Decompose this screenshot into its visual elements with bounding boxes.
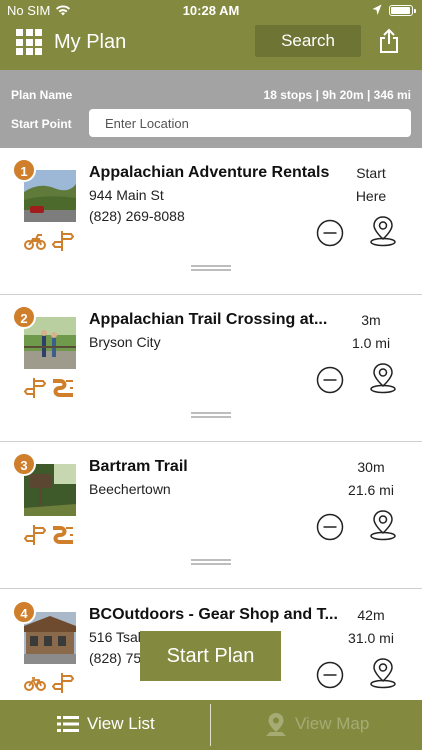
stop-distance: 21.6 mi <box>348 482 394 498</box>
stop-time: Start <box>356 165 386 181</box>
status-bar: No SIM 10:28 AM <box>0 0 422 22</box>
stop-number-badge: 1 <box>12 158 36 182</box>
stop-address: Bryson City <box>89 334 161 350</box>
grid-menu-icon[interactable] <box>16 29 42 55</box>
bicycle-icon <box>24 672 46 694</box>
view-map-tab[interactable]: View Map <box>212 700 422 750</box>
signpost-icon <box>23 524 47 546</box>
map-pin-icon[interactable] <box>369 362 397 394</box>
list-icon <box>57 716 79 732</box>
stop-tags <box>23 377 74 399</box>
motorcycle-icon <box>24 230 46 252</box>
stop-item[interactable]: 1 Appalachian Adventure Rentals 944 Main… <box>0 148 422 295</box>
scenic-road-icon <box>52 377 74 399</box>
view-list-tab[interactable]: View List <box>0 700 211 750</box>
view-map-label: View Map <box>295 714 370 733</box>
stop-name: Bartram Trail <box>89 458 188 475</box>
view-list-label: View List <box>87 714 155 733</box>
stop-address: 944 Main St <box>89 187 164 203</box>
signpost-icon <box>23 377 47 399</box>
map-pin-icon[interactable] <box>369 215 397 247</box>
stop-time: 30m <box>357 459 385 475</box>
stop-name: Appalachian Trail Crossing at... <box>89 311 328 328</box>
stop-tags <box>23 524 74 546</box>
start-plan-button[interactable]: Start Plan <box>140 631 281 681</box>
start-point-label: Start Point <box>11 117 72 131</box>
remove-stop-button[interactable] <box>316 366 344 394</box>
stop-name: Appalachian Adventure Rentals <box>89 164 330 181</box>
stop-name: BCOutdoors - Gear Shop and T... <box>89 606 338 623</box>
stop-distance: 31.0 mi <box>348 630 394 646</box>
stop-tags <box>24 230 75 252</box>
drag-handle[interactable] <box>191 265 231 271</box>
signpost-icon <box>51 230 75 252</box>
map-pin-icon <box>266 713 286 736</box>
drag-handle[interactable] <box>191 559 231 565</box>
stop-number-badge: 2 <box>12 305 36 329</box>
clock: 10:28 AM <box>182 3 240 18</box>
stop-distance: 1.0 mi <box>351 335 391 351</box>
stop-address: 516 Tsal <box>89 629 141 645</box>
plan-stats: 18 stops | 9h 20m | 346 mi <box>263 88 411 102</box>
stop-item[interactable]: 2 Appalachian Trail Crossing at... Bryso… <box>0 295 422 442</box>
start-point-input[interactable] <box>89 109 411 137</box>
stop-time: 3m <box>361 312 381 328</box>
stop-address: Beechertown <box>89 481 171 497</box>
stop-phone[interactable]: (828) 269-8088 <box>89 208 185 224</box>
search-button[interactable]: Search <box>255 25 361 57</box>
bottom-tab-bar: View List View Map <box>0 700 422 750</box>
plan-info-panel: Plan Name 18 stops | 9h 20m | 346 mi Sta… <box>0 70 422 148</box>
remove-stop-button[interactable] <box>316 219 344 247</box>
page-title: My Plan <box>54 31 127 53</box>
plan-name-label[interactable]: Plan Name <box>11 88 72 102</box>
map-pin-icon[interactable] <box>369 657 397 689</box>
stop-number-badge: 4 <box>12 600 36 624</box>
battery-icon <box>389 5 416 16</box>
app-header: My Plan Search <box>0 22 422 70</box>
stop-time: 42m <box>357 607 385 623</box>
scenic-road-icon <box>52 524 74 546</box>
stop-number-badge: 3 <box>12 452 36 476</box>
location-arrow-icon <box>372 4 382 15</box>
stop-phone[interactable]: (828) 75 <box>89 650 141 666</box>
stop-distance: Here <box>355 188 387 204</box>
remove-stop-button[interactable] <box>316 661 344 689</box>
share-icon[interactable] <box>378 28 400 54</box>
map-pin-icon[interactable] <box>369 509 397 541</box>
stop-tags <box>24 672 75 694</box>
signpost-icon <box>51 672 75 694</box>
stop-item[interactable]: 3 Bartram Trail Beechertown 30m 21.6 mi <box>0 442 422 589</box>
remove-stop-button[interactable] <box>316 513 344 541</box>
tab-divider <box>210 704 211 746</box>
drag-handle[interactable] <box>191 412 231 418</box>
